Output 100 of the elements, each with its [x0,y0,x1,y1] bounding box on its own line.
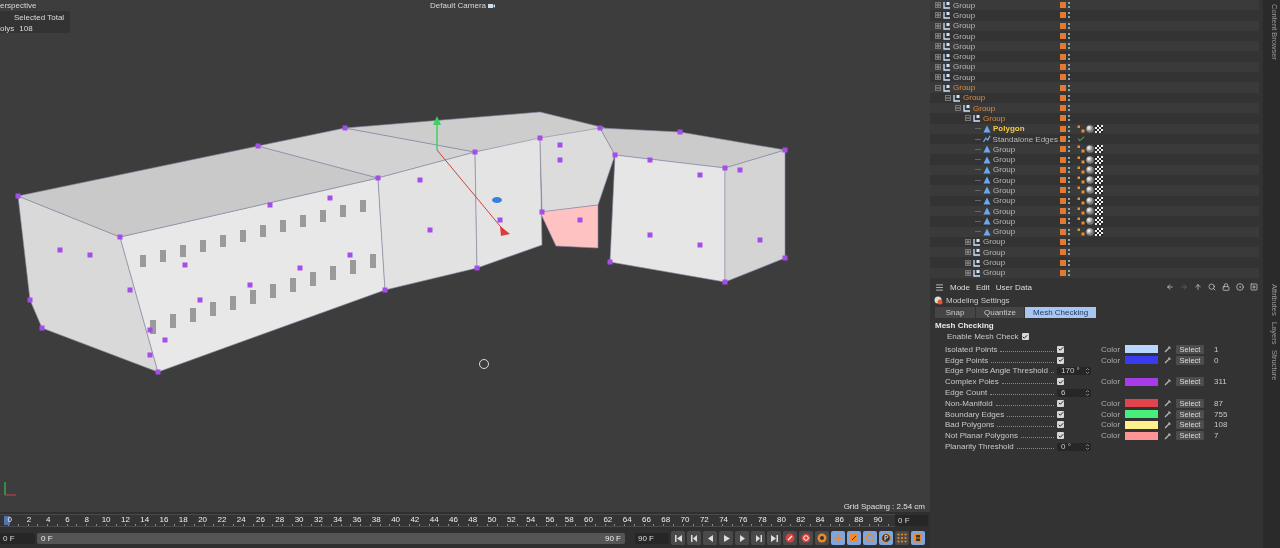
layer-swatch[interactable] [1060,84,1066,91]
layer-swatch[interactable] [1060,125,1066,132]
vertex-tag-icon[interactable] [1077,196,1085,205]
eyedropper-icon[interactable] [1164,377,1172,386]
checker-texture-icon[interactable] [1095,207,1103,216]
object-name[interactable]: Group [983,113,1006,123]
number-field[interactable]: 170 ° [1057,367,1091,375]
new-panel-icon[interactable] [1250,283,1258,291]
object-name[interactable]: Group [983,247,1006,257]
option-checkbox[interactable] [1057,356,1064,364]
next-key-button[interactable] [751,531,765,545]
layer-swatch[interactable] [1060,105,1066,112]
object-name[interactable]: Group [953,41,976,51]
checker-texture-icon[interactable] [1095,186,1103,195]
object-name[interactable]: Group [953,21,976,31]
view-name[interactable]: erspective [0,1,430,10]
vertex-tag-icon[interactable] [1077,186,1085,195]
object-name[interactable]: Group [993,216,1016,226]
option-checkbox[interactable] [1057,432,1064,440]
color-swatch[interactable] [1125,410,1158,419]
settings-tab[interactable]: Mesh Checking [1025,307,1097,318]
layer-swatch[interactable] [1060,53,1066,60]
object-name[interactable]: Group [983,258,1006,268]
vertex-tag-icon[interactable] [1077,145,1085,154]
layer-swatch[interactable] [1060,249,1066,256]
keyframe-button[interactable] [815,531,829,545]
layer-swatch[interactable] [1060,177,1066,184]
object-name[interactable]: Group [953,0,976,10]
expand-toggle[interactable] [965,259,971,266]
object-name[interactable]: Group [993,165,1016,175]
vertex-tag-icon[interactable] [1077,124,1085,133]
color-swatch[interactable] [1125,431,1158,440]
layer-swatch[interactable] [1060,33,1066,40]
object-name[interactable]: Group [993,206,1016,216]
vertex-tag-icon[interactable] [1077,217,1085,226]
object-name[interactable]: Group [983,268,1006,278]
collapse-toggle[interactable] [955,105,961,112]
collapse-toggle[interactable] [965,115,971,122]
option-checkbox[interactable] [1057,345,1064,353]
layer-swatch[interactable] [1060,63,1066,70]
menu-item[interactable]: User Data [995,282,1032,292]
number-field[interactable]: 0 ° [1057,442,1091,451]
material-sphere-icon[interactable] [1086,124,1094,133]
expand-toggle[interactable] [935,43,941,50]
object-name[interactable]: Group [993,196,1016,206]
collapse-toggle[interactable] [935,84,941,91]
object-name[interactable]: Group [973,103,996,113]
object-name[interactable]: Group [953,62,976,72]
object-name[interactable]: Group [993,155,1016,165]
enable-checkbox[interactable] [1021,333,1029,340]
target-icon[interactable] [1236,283,1244,291]
object-name[interactable]: Polygon [993,124,1025,134]
spinner-arrows-icon[interactable] [1086,389,1089,396]
expand-toggle[interactable] [935,63,941,70]
frame-field[interactable]: 0 F [895,514,928,526]
vertex-tag-icon[interactable] [1077,155,1085,164]
play-button[interactable] [719,531,733,545]
spinner-arrows-icon[interactable] [1086,368,1089,374]
layer-swatch[interactable] [1060,74,1066,81]
layer-swatch[interactable] [1060,208,1066,215]
object-name[interactable]: Group [963,93,986,103]
first-button[interactable] [671,531,685,545]
eyedropper-icon[interactable] [1164,420,1172,429]
end-frame-field[interactable]: 90 F [635,532,669,544]
object-name[interactable]: Group [993,175,1016,185]
menu-item[interactable]: Edit [976,282,990,292]
layer-swatch[interactable] [1060,94,1066,101]
layer-swatch[interactable] [1060,269,1066,276]
object-name[interactable]: Group [953,31,976,41]
object-name[interactable]: Standalone Edges [992,134,1058,144]
vertex-tag-icon[interactable] [1077,227,1085,236]
layer-swatch[interactable] [1060,197,1066,204]
object-name[interactable]: Group [953,83,976,92]
back-icon[interactable] [1166,283,1174,291]
layer-swatch[interactable] [1060,218,1066,225]
object-name[interactable]: Group [993,144,1016,154]
autokey-button[interactable] [799,531,813,545]
camera-label[interactable]: Default Camera [430,1,496,10]
expand-toggle[interactable] [935,12,941,19]
layer-swatch[interactable] [1060,259,1066,266]
start-frame-field[interactable]: 0 F [0,532,35,544]
expand-toggle[interactable] [935,2,941,9]
settings-tab[interactable]: Snap [935,307,975,318]
eyedropper-icon[interactable] [1164,345,1172,354]
eyedropper-icon[interactable] [1164,399,1172,408]
spinner-arrows-icon[interactable] [1086,443,1089,450]
checker-texture-icon[interactable] [1095,196,1103,205]
next-frame-button[interactable] [735,531,749,545]
color-swatch[interactable] [1125,399,1158,408]
frame-range-bar[interactable]: 0 F 90 F [37,532,625,544]
scale-button[interactable] [847,531,861,545]
color-swatch[interactable] [1125,420,1158,429]
timeline-ruler[interactable]: 0 2 4 6 8 10 12 14 16 18 20 22 24 26 28 30 32 34 36 38 40 42 44 46 48 50 52 54 56 58 60 62 64 66 68 70 72 74 76 78 80 82 84 86 88 90 [0,513,895,527]
checker-texture-icon[interactable] [1095,124,1103,133]
checker-texture-icon[interactable] [1095,176,1103,185]
expand-toggle[interactable] [935,33,941,40]
option-checkbox[interactable] [1057,378,1064,386]
layer-swatch[interactable] [1060,228,1066,235]
prev-frame-button[interactable] [703,531,717,545]
film-button[interactable] [911,531,925,545]
